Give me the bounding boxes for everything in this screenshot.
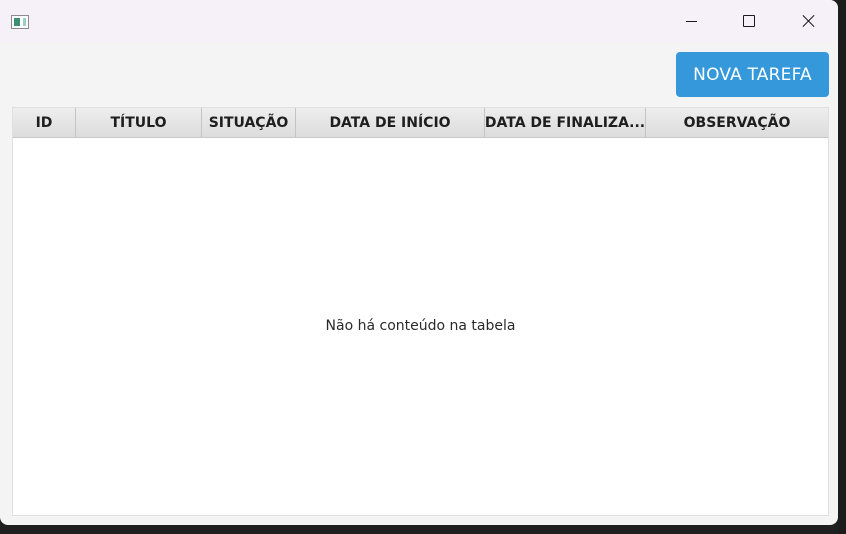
close-icon: [802, 14, 816, 28]
minimize-button[interactable]: [662, 0, 720, 42]
minimize-icon: [685, 20, 697, 22]
column-header-end-date[interactable]: DATA DE FINALIZA...: [485, 108, 646, 137]
app-window: NOVA TAREFA ID TÍTULO SITUAÇÃO DATA DE I…: [0, 0, 838, 525]
maximize-button[interactable]: [720, 0, 778, 42]
table-header: ID TÍTULO SITUAÇÃO DATA DE INÍCIO DATA D…: [13, 108, 828, 138]
column-header-observation[interactable]: OBSERVAÇÃO: [646, 108, 828, 137]
desktop-background: [838, 0, 846, 534]
maximize-icon: [743, 15, 755, 27]
column-header-start-date[interactable]: DATA DE INÍCIO: [296, 108, 485, 137]
column-header-title[interactable]: TÍTULO: [76, 108, 202, 137]
column-header-status[interactable]: SITUAÇÃO: [202, 108, 296, 137]
empty-table-message: Não há conteúdo na tabela: [325, 318, 516, 334]
close-button[interactable]: [780, 0, 838, 42]
column-header-id[interactable]: ID: [13, 108, 76, 137]
app-window-icon: [11, 15, 29, 29]
title-bar[interactable]: [0, 0, 838, 42]
tasks-table[interactable]: ID TÍTULO SITUAÇÃO DATA DE INÍCIO DATA D…: [12, 107, 829, 516]
new-task-button[interactable]: NOVA TAREFA: [676, 52, 829, 97]
